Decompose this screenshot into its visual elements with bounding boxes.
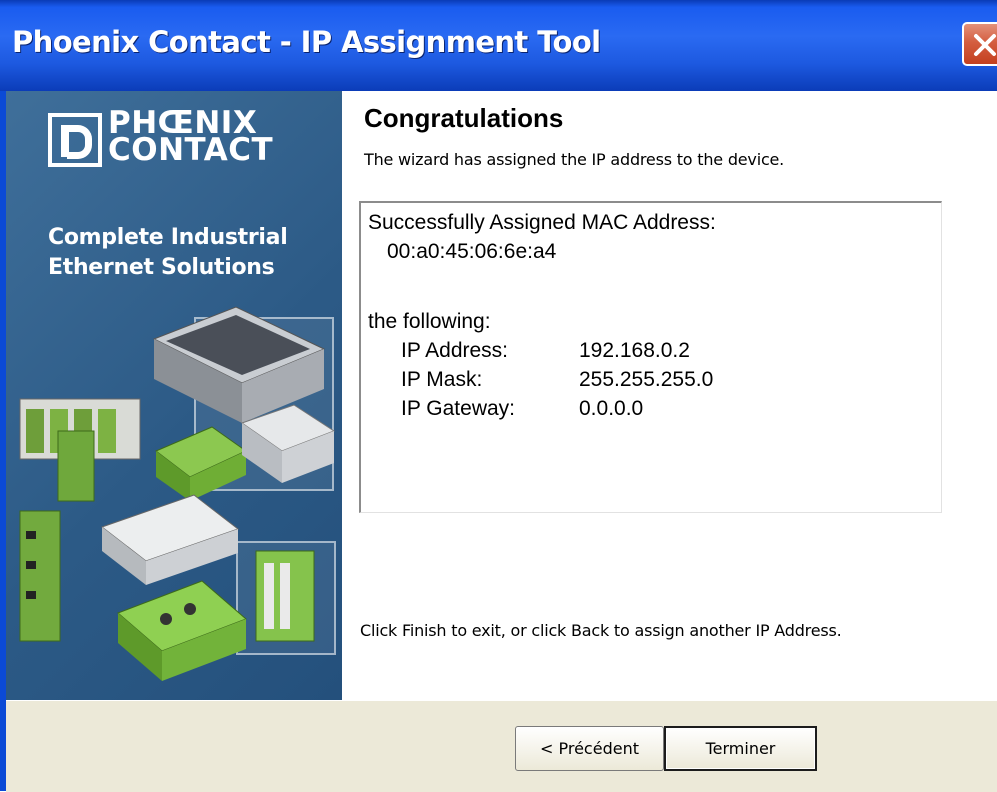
mac-label: Successfully Assigned MAC Address: (368, 211, 716, 234)
result-textbox[interactable]: Successfully Assigned MAC Address: 00:a0… (359, 201, 942, 513)
ip-gateway-value: 0.0.0.0 (579, 397, 644, 420)
back-button[interactable]: < Précédent (515, 726, 664, 771)
finish-instructions: Click Finish to exit, or click Back to a… (360, 621, 842, 640)
window-title: Phoenix Contact - IP Assignment Tool (12, 25, 601, 59)
title-bar[interactable]: Phoenix Contact - IP Assignment Tool (0, 0, 997, 91)
wizard-banner: PHŒNIX CONTACT Complete Industrial Ether… (6, 91, 342, 700)
close-button[interactable] (962, 22, 997, 66)
ip-address-value: 192.168.0.2 (579, 339, 690, 362)
ip-address-label: IP Address: (401, 339, 509, 362)
product-collage-image (19, 306, 336, 681)
button-bar: < Précédent Terminer (6, 700, 997, 792)
ip-gateway-label: IP Gateway: (401, 397, 516, 420)
page-title: Congratulations (364, 103, 564, 133)
ip-mask-value: 255.255.255.0 (579, 368, 714, 391)
finish-button[interactable]: Terminer (664, 726, 817, 771)
page-subtitle: The wizard has assigned the IP address t… (364, 150, 785, 169)
following-label: the following: (368, 310, 491, 333)
wizard-content: Congratulations The wizard has assigned … (342, 91, 997, 700)
mac-value: 00:a0:45:06:6e:a4 (387, 240, 557, 263)
close-icon (974, 34, 996, 56)
ip-mask-label: IP Mask: (401, 368, 483, 391)
